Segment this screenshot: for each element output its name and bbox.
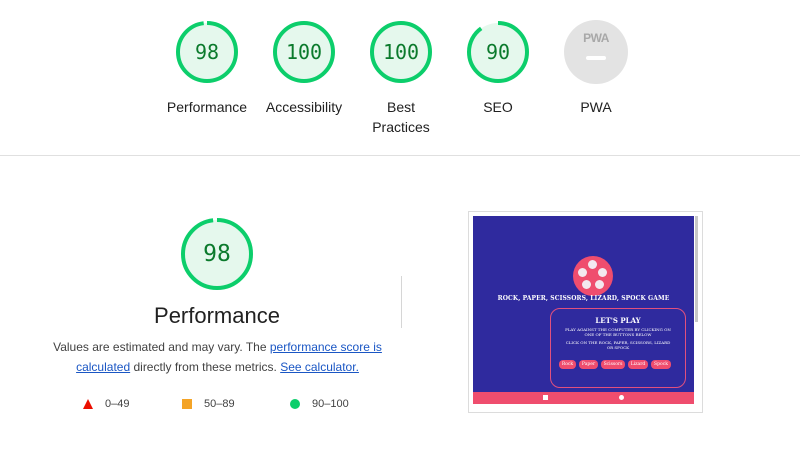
- score-value: 100: [285, 40, 323, 64]
- performance-title: Performance: [154, 303, 280, 328]
- lizard-button: Lizard: [628, 360, 648, 369]
- orange-square-icon: [182, 399, 192, 409]
- page-preview: ROCK, PAPER, SCISSORS, LIZARD, SPOCK GAM…: [473, 216, 694, 404]
- footer-icon: [543, 395, 548, 400]
- legend-range: 0–49: [105, 398, 130, 410]
- gauge-pwa[interactable]: PWA PWA: [546, 20, 646, 117]
- play-instructions-2: CLICK ON THE ROCK, PAPER, SCISSORS, LIZA…: [565, 340, 671, 350]
- legend-fail: 0–49: [83, 397, 143, 413]
- spock-button: Spock: [651, 360, 671, 369]
- gauge-label: Accessibility: [265, 99, 343, 115]
- gauge-seo[interactable]: 90 SEO: [448, 20, 548, 117]
- play-instructions: PLAY AGAINST THE COMPUTER BY CLICKING ON…: [565, 327, 671, 337]
- gauge-label: SEO: [483, 99, 513, 115]
- legend-range: 90–100: [312, 398, 349, 410]
- legend-range: 50–89: [204, 398, 235, 410]
- desc-text-middle: directly from these metrics.: [130, 360, 281, 374]
- gauge-label: Best Practices: [351, 97, 451, 137]
- pwa-dash: [586, 56, 606, 60]
- play-panel: LET'S PLAY PLAY AGAINST THE COMPUTER BY …: [550, 308, 686, 388]
- gauge-performance[interactable]: 98 Performance: [157, 20, 257, 117]
- see-calculator-link[interactable]: See calculator.: [280, 360, 359, 374]
- rock-button: Rock: [559, 360, 576, 369]
- game-title: ROCK, PAPER, SCISSORS, LIZARD, SPOCK GAM…: [497, 295, 670, 302]
- gauge-accessibility[interactable]: 100 Accessibility: [254, 20, 354, 117]
- gauge-label-line2: Practices: [372, 119, 430, 135]
- score-value: 90: [485, 40, 511, 64]
- pwa-badge-text: PWA: [583, 31, 609, 45]
- paper-button: Paper: [579, 360, 598, 369]
- game-logo-icon: [573, 256, 613, 296]
- preview-footer: [473, 392, 694, 404]
- red-triangle-icon: [83, 399, 93, 409]
- vertical-divider: [401, 276, 402, 328]
- green-circle-icon: [290, 399, 300, 409]
- performance-gauge: 98: [180, 217, 254, 291]
- score-value: 100: [382, 40, 420, 64]
- preview-scrollbar: [695, 216, 698, 322]
- performance-section: 98 Performance Values are estimated and …: [0, 156, 800, 473]
- play-heading: LET'S PLAY: [595, 316, 641, 325]
- legend-pass: 90–100: [290, 397, 370, 413]
- gauge-label: PWA: [580, 99, 612, 115]
- gauge-label-line1: Best: [386, 99, 415, 115]
- gauge-best-practices[interactable]: 100 Best Practices: [351, 20, 451, 137]
- score-value: 98: [194, 40, 220, 64]
- final-screenshot[interactable]: ROCK, PAPER, SCISSORS, LIZARD, SPOCK GAM…: [468, 211, 703, 413]
- category-scores: 98 Performance 100 Accessibility 100 Bes…: [0, 0, 800, 155]
- choice-buttons: Rock Paper Scissors Lizard Spock: [559, 360, 677, 369]
- legend-average: 50–89: [182, 397, 252, 413]
- performance-score: 98: [203, 241, 231, 267]
- pwa-badge-icon: PWA: [564, 20, 628, 84]
- performance-description: Values are estimated and may vary. The p…: [50, 337, 385, 377]
- footer-icon: [619, 395, 624, 400]
- scissors-button: Scissors: [601, 360, 625, 369]
- desc-text: Values are estimated and may vary. The: [53, 340, 270, 354]
- gauge-label: Performance: [166, 99, 248, 115]
